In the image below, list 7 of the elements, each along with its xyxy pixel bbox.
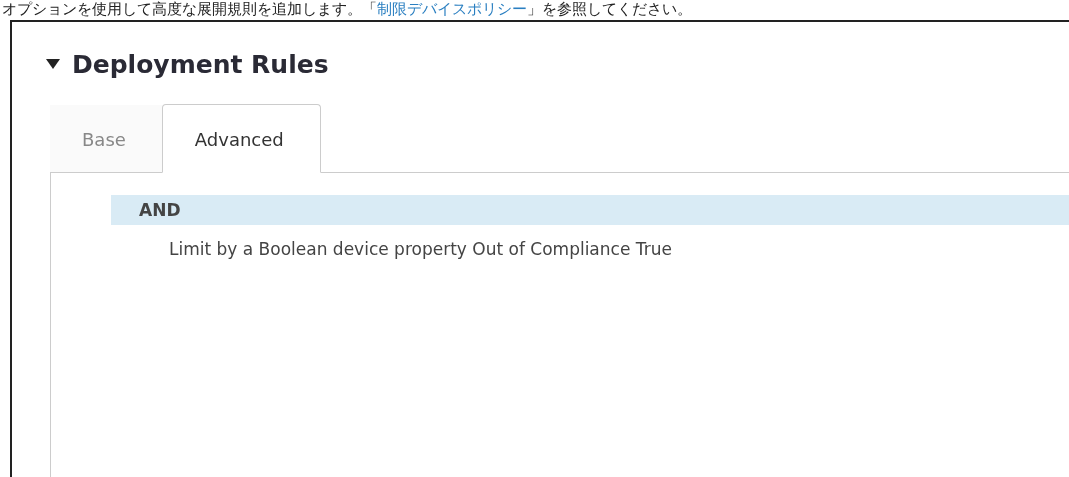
rule-row[interactable]: Limit by a Boolean device property Out of Compliance True xyxy=(111,225,1069,264)
rule-group-row[interactable]: AND xyxy=(111,195,1069,225)
intro-text: オプションを使用して高度な展開規則を追加します。「制限デバイスポリシー」を参照してください。 xyxy=(1,0,693,20)
policy-link[interactable]: 制限デバイスポリシー xyxy=(377,0,527,18)
section-title: Deployment Rules xyxy=(72,49,329,79)
tab[interactable]: Advanced xyxy=(161,104,321,173)
collapse-caret-icon[interactable] xyxy=(46,59,60,69)
